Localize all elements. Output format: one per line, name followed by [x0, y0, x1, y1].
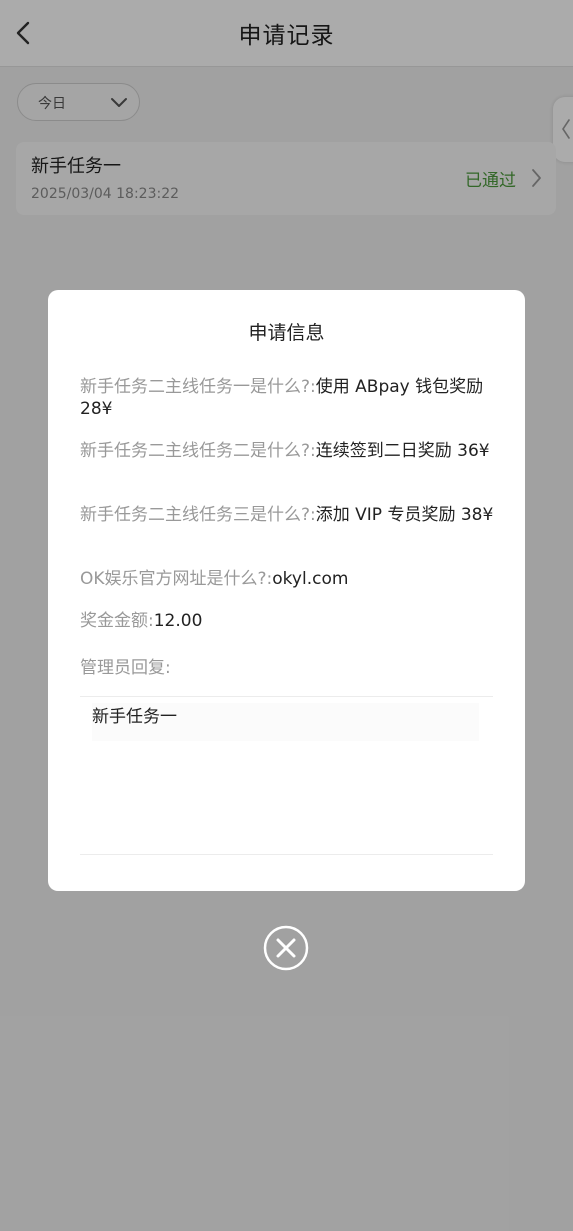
reply-label: 管理员回复: [80, 657, 495, 679]
qa-answer: okyl.com [272, 569, 349, 589]
qa-question: 奖金金额: [80, 611, 154, 631]
qa-answer: 连续签到二日奖励 36¥ [315, 441, 490, 461]
qa-item: 新手任务二主线任务一是什么?:使用 ABpay 钱包奖励 28¥ [80, 376, 495, 420]
qa-item: 奖金金额:12.00 [80, 610, 495, 632]
admin-reply-text: 新手任务一 [92, 703, 479, 741]
qa-question: OK娱乐官方网址是什么?: [80, 569, 273, 589]
qa-question: 新手任务二主线任务二是什么?: [80, 441, 316, 461]
admin-reply-box: 新手任务一 [80, 696, 493, 855]
qa-item: 新手任务二主线任务三是什么?:添加 VIP 专员奖励 38¥ [80, 504, 495, 526]
application-info-modal: 申请信息 新手任务二主线任务一是什么?:使用 ABpay 钱包奖励 28¥ 新手… [48, 290, 525, 891]
close-icon[interactable] [263, 925, 309, 971]
qa-question: 新手任务二主线任务一是什么?: [80, 377, 316, 397]
qa-answer: 添加 VIP 专员奖励 38¥ [315, 505, 494, 525]
qa-question: 新手任务二主线任务三是什么?: [80, 505, 316, 525]
reply-label-text: 管理员回复: [80, 658, 171, 678]
qa-answer: 12.00 [153, 611, 203, 631]
qa-item: OK娱乐官方网址是什么?:okyl.com [80, 568, 495, 590]
modal-title: 申请信息 [248, 322, 325, 344]
qa-item: 新手任务二主线任务二是什么?:连续签到二日奖励 36¥ [80, 440, 495, 462]
